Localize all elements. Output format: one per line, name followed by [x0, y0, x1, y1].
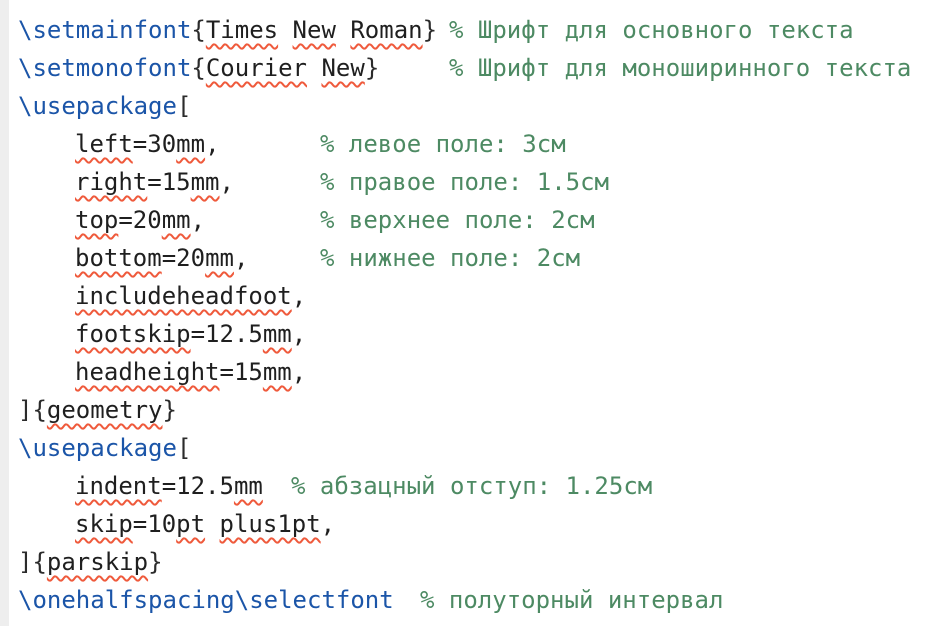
code-comment: % Шрифт для моноширинного текста	[449, 54, 912, 82]
code-token: =30	[132, 130, 177, 158]
code-line[interactable]: \usepackage[	[18, 87, 948, 125]
code-comment: % нижнее поле: 2см	[320, 244, 581, 272]
code-line[interactable]: \onehalfspacing\selectfont % полуторный и…	[18, 581, 948, 619]
code-line[interactable]: skip=10pt plus1pt,	[18, 505, 948, 543]
misspelled-word: mm	[161, 206, 191, 234]
code-area[interactable]: \setmainfont{Times New Roman}% Шрифт для…	[18, 11, 948, 619]
code-token: }	[162, 396, 177, 424]
code-token: =20	[161, 244, 206, 272]
code-line[interactable]: indent=12.5mm % абзацный отступ: 1.25см	[18, 467, 948, 505]
code-token: =10	[132, 510, 177, 538]
code-comment: % абзацный отступ: 1.25см	[291, 472, 653, 500]
misspelled-word: Times	[205, 16, 279, 44]
code-token: ,	[205, 130, 220, 158]
misspelled-word: Roman	[350, 16, 423, 44]
code-token: =12.5	[190, 320, 263, 348]
code-token: ,	[291, 358, 307, 386]
code-token: [	[176, 92, 192, 120]
code-line[interactable]: \setmonofont{Courier New} % Шрифт для мон…	[18, 49, 948, 87]
misspelled-word: parskip	[46, 548, 149, 576]
misspelled-word: geometry	[46, 396, 163, 424]
code-comment: % Шрифт для основного текста	[449, 16, 854, 44]
code-token: {	[32, 548, 47, 576]
misspelled-word: New	[321, 54, 365, 82]
code-token: =12.5	[161, 472, 234, 500]
misspelled-word: New	[292, 16, 336, 44]
code-comment: % правое поле: 1.5см	[320, 168, 609, 196]
latex-command: \usepackage	[18, 434, 177, 462]
code-token: ]	[18, 548, 33, 576]
code-token: ,	[233, 244, 249, 272]
code-line[interactable]: top=20mm, % верхнее поле: 2см	[18, 201, 948, 239]
misspelled-word: headheight	[75, 358, 220, 386]
latex-command: \setmonofont	[18, 54, 192, 82]
code-token: }	[364, 54, 380, 82]
code-line[interactable]: \usepackage[	[18, 429, 948, 467]
code-token: {	[32, 396, 47, 424]
code-token: ,	[291, 282, 307, 310]
code-line[interactable]: ]{parskip}	[18, 543, 948, 581]
code-line[interactable]: includeheadfoot,	[18, 277, 948, 315]
misspelled-word: includeheadfoot	[75, 282, 292, 310]
misspelled-word: left	[75, 130, 133, 158]
code-token: ,	[219, 168, 234, 196]
latex-command: \setmainfont	[18, 16, 192, 44]
misspelled-word: skip	[75, 510, 133, 538]
code-token: ,	[320, 510, 336, 538]
misspelled-word: mm	[205, 244, 234, 272]
code-token: =20	[118, 206, 162, 234]
code-token: }	[422, 16, 438, 44]
code-line[interactable]: bottom=20mm, % нижнее поле: 2см	[18, 239, 948, 277]
code-line[interactable]: right=15mm, % правое поле: 1.5см	[18, 163, 948, 201]
code-token: {	[191, 54, 206, 82]
code-comment: % верхнее поле: 2см	[320, 206, 595, 234]
code-line[interactable]: ]{geometry}	[18, 391, 948, 429]
misspelled-word: pt	[176, 510, 206, 538]
code-token: {	[191, 16, 206, 44]
code-token: ]	[18, 396, 33, 424]
misspelled-word: mm	[233, 472, 263, 500]
latex-command: \selectfont	[234, 586, 394, 614]
code-comment: % левое поле: 3см	[320, 130, 566, 158]
code-token: [	[176, 434, 192, 462]
code-line[interactable]: left=30mm, % левое поле: 3см	[18, 125, 948, 163]
misspelled-word: mm	[176, 130, 206, 158]
code-token: =15	[147, 168, 191, 196]
misspelled-word: Courier	[205, 54, 307, 82]
misspelled-word: right	[75, 168, 148, 196]
misspelled-word: plus1pt	[219, 510, 321, 538]
editor-gutter	[0, 0, 9, 626]
latex-command: \usepackage	[18, 92, 177, 120]
code-editor[interactable]: \setmainfont{Times New Roman}% Шрифт для…	[0, 0, 948, 626]
misspelled-word: mm	[262, 320, 292, 348]
code-token: ,	[190, 206, 206, 234]
misspelled-word: mm	[190, 168, 220, 196]
code-line[interactable]: \setmainfont{Times New Roman} % Шрифт для…	[18, 11, 948, 49]
code-token: }	[148, 548, 163, 576]
code-token: =15	[219, 358, 263, 386]
code-comment: % полуторный интервал	[420, 586, 724, 614]
code-line[interactable]: footskip=12.5mm,	[18, 315, 948, 353]
misspelled-word: mm	[262, 358, 292, 386]
misspelled-word: bottom	[75, 244, 162, 272]
code-token: ,	[291, 320, 307, 348]
latex-command: \onehalfspacing	[18, 586, 235, 614]
misspelled-word: indent	[75, 472, 162, 500]
misspelled-word: footskip	[75, 320, 191, 348]
misspelled-word: top	[75, 206, 119, 234]
code-line[interactable]: headheight=15mm,	[18, 353, 948, 391]
